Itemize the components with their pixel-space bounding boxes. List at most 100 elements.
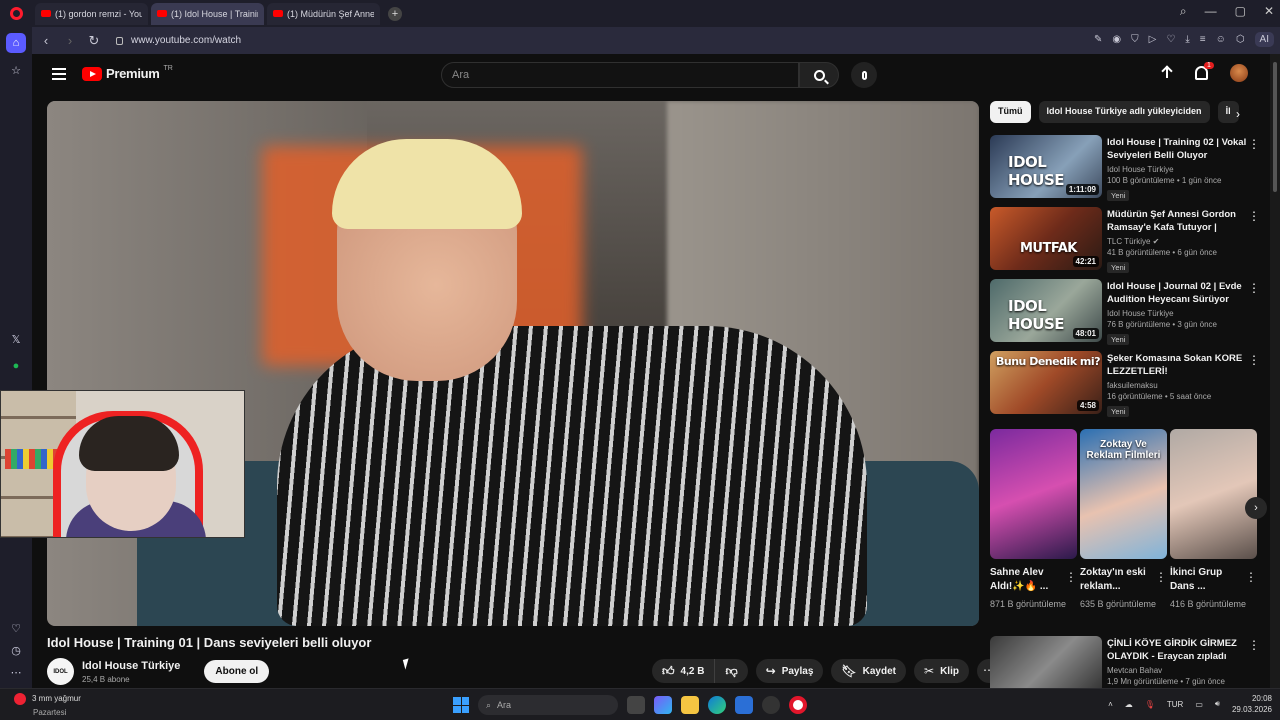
video-player[interactable] [47, 101, 979, 626]
kebab-menu-icon[interactable]: ⋮ [1155, 570, 1167, 584]
short-item[interactable]: Zoktay Ve Reklam Filmleri Zoktay'ın eski… [1080, 429, 1167, 611]
reload-icon[interactable]: ↻ [84, 33, 104, 49]
like-button[interactable]: 👍︎ 4,2 B [652, 659, 716, 683]
recommendation-title[interactable]: Şeker Komasına Sokan KORE LEZZETLERİ! [1107, 352, 1247, 378]
short-thumbnail[interactable] [990, 429, 1077, 559]
tab-idol-house[interactable]: (1) Idol House | Training 01 [151, 2, 264, 25]
edit-icon[interactable]: ✎ [1094, 34, 1102, 45]
video-thumbnail[interactable]: IDOL HOUSE 48:01 [990, 279, 1102, 342]
tab-gordon[interactable]: (1) gordon remzi - YouTube [35, 2, 148, 25]
recommendation-item[interactable]: Bunu Denedik mi? 4:58 Şeker Komasına Soka… [990, 351, 1260, 417]
clock[interactable]: 20:08 29.03.2026 [1232, 693, 1272, 715]
short-thumbnail[interactable] [1170, 429, 1257, 559]
copilot-icon[interactable] [654, 696, 672, 714]
search-button[interactable] [799, 62, 839, 88]
taskbar-search[interactable]: ⌕ Ara [478, 695, 618, 715]
language-indicator[interactable]: TUR [1167, 700, 1183, 709]
kebab-menu-icon[interactable]: ⋮ [1245, 570, 1257, 584]
task-view-icon[interactable] [627, 696, 645, 714]
ai-button[interactable]: AI [1254, 32, 1274, 47]
star-icon[interactable]: ☆ [6, 60, 26, 80]
forward-icon[interactable]: › [60, 33, 80, 48]
menu-icon[interactable]: ≡ [1200, 34, 1206, 45]
clip-button[interactable]: ✂ Klip [914, 659, 969, 683]
more-icon[interactable]: ⋯ [6, 662, 26, 682]
youtube-logo[interactable]: Premium TR [82, 65, 173, 81]
home-icon[interactable]: ⌂ [6, 33, 26, 53]
camera-icon[interactable]: ◉ [1112, 34, 1121, 45]
short-title[interactable]: Sahne Alev Aldı!✨🔥 ... [990, 566, 1064, 594]
video-thumbnail[interactable]: MUTFAK 42:21 [990, 207, 1102, 270]
kebab-menu-icon[interactable]: ⋮ [1248, 353, 1260, 367]
channel-avatar[interactable]: IDOL [47, 658, 74, 685]
short-title[interactable]: İkinci Grup Dans ... [1170, 566, 1244, 594]
kebab-menu-icon[interactable]: ⋮ [1248, 137, 1260, 151]
recommendation-item[interactable]: ÇİNLİ KÖYE GİRDİK GİRMEZ OLAYDIK - Erayc… [990, 636, 1260, 688]
download-icon[interactable]: ⤓ [1185, 34, 1189, 45]
x-twitter-icon[interactable]: 𝕏 [6, 329, 26, 349]
heart-icon[interactable]: ♡ [6, 618, 26, 638]
opera-icon[interactable] [789, 696, 807, 714]
recommendation-channel[interactable]: faksuilemaksu [1107, 381, 1247, 390]
chevron-up-icon[interactable]: ˄ [1108, 700, 1113, 709]
short-item[interactable]: İkinci Grup Dans ... 416 B görüntüleme ⋮ [1170, 429, 1257, 611]
recommendation-channel[interactable]: TLC Türkiye ✔ [1107, 237, 1247, 246]
hamburger-menu-icon[interactable] [52, 68, 66, 80]
upload-icon[interactable] [1161, 66, 1173, 80]
shorts-next-button[interactable]: › [1245, 497, 1267, 519]
voice-search-button[interactable] [851, 62, 877, 88]
microphone-icon[interactable]: 🎙︎ [1145, 700, 1155, 709]
play-icon[interactable]: ▷ [1149, 34, 1157, 45]
weather-widget[interactable]: 3 mm yağmur Pazartesi [14, 693, 81, 717]
notifications-bell-icon[interactable]: 1 [1195, 62, 1214, 80]
back-icon[interactable]: ‹ [36, 33, 56, 48]
search-input[interactable]: Ara [441, 62, 799, 88]
recommendation-item[interactable]: IDOL HOUSE 1:11:09 Idol House | Training … [990, 135, 1260, 201]
opera-menu-icon[interactable] [0, 0, 32, 27]
kebab-menu-icon[interactable]: ⋮ [1065, 570, 1077, 584]
chevron-right-icon[interactable]: › [1236, 107, 1240, 121]
kebab-menu-icon[interactable]: ⋮ [1248, 638, 1260, 652]
profile-icon[interactable]: ☺ [1216, 34, 1226, 45]
recommendation-channel[interactable]: Idol House Türkiye [1107, 309, 1247, 318]
url-field[interactable]: www.youtube.com/watch [116, 35, 241, 46]
recommendation-item[interactable]: MUTFAK 42:21 Müdürün Şef Annesi Gordon Ra… [990, 207, 1260, 273]
store-icon[interactable] [735, 696, 753, 714]
recommendation-title[interactable]: Müdürün Şef Annesi Gordon Ramsay'e Kafa … [1107, 208, 1247, 234]
history-icon[interactable]: ◷ [6, 640, 26, 660]
kebab-menu-icon[interactable]: ⋮ [1248, 281, 1260, 295]
scrollbar-thumb[interactable] [1273, 62, 1277, 192]
recommendation-title[interactable]: Idol House | Journal 02 | Evde Audition … [1107, 280, 1247, 306]
recommendation-title[interactable]: ÇİNLİ KÖYE GİRDİK GİRMEZ OLAYDIK - Erayc… [1107, 637, 1247, 663]
new-tab-button[interactable]: + [388, 6, 402, 21]
kebab-menu-icon[interactable]: ⋮ [1248, 209, 1260, 223]
maximize-icon[interactable]: ▢ [1235, 4, 1246, 19]
subscribe-button[interactable]: Abone ol [204, 660, 270, 683]
account-avatar[interactable] [1230, 64, 1248, 82]
cloud-icon[interactable]: ☁ [1125, 700, 1133, 709]
recommendation-item[interactable]: IDOL HOUSE 48:01 Idol House | Journal 02 … [990, 279, 1260, 345]
shield-icon[interactable]: ⛉ [1131, 34, 1139, 45]
extensions-icon[interactable]: ⬡ [1236, 34, 1245, 45]
network-icon[interactable]: ▭ [1195, 700, 1203, 709]
minimize-icon[interactable]: — [1205, 4, 1217, 19]
video-thumbnail[interactable]: IDOL HOUSE 1:11:09 [990, 135, 1102, 198]
short-title[interactable]: Zoktay'ın eski reklam... [1080, 566, 1154, 594]
short-thumbnail[interactable]: Zoktay Ve Reklam Filmleri [1080, 429, 1167, 559]
search-tabs-icon[interactable]: ⌕ [1180, 4, 1187, 19]
save-button[interactable]: 🔖︎ Kaydet [831, 659, 906, 683]
file-explorer-icon[interactable] [681, 696, 699, 714]
chip-all[interactable]: Tümü [990, 101, 1031, 123]
channel-name[interactable]: Idol House Türkiye [82, 660, 180, 672]
short-item[interactable]: Sahne Alev Aldı!✨🔥 ... 871 B görüntüleme… [990, 429, 1077, 611]
close-icon[interactable]: ✕ [1264, 4, 1274, 19]
recommendation-title[interactable]: Idol House | Training 02 | Vokal Seviyel… [1107, 136, 1247, 162]
heart-icon[interactable]: ♡ [1166, 34, 1175, 45]
recommendation-channel[interactable]: Idol House Türkiye [1107, 165, 1247, 174]
spotify-icon[interactable]: ● [6, 356, 26, 376]
tab-mudurun[interactable]: (1) Müdürün Şef Annesi Go [267, 2, 380, 25]
edge-icon[interactable] [708, 696, 726, 714]
video-thumbnail[interactable]: Bunu Denedik mi? 4:58 [990, 351, 1102, 414]
dislike-button[interactable]: 👎︎ [715, 659, 748, 683]
share-button[interactable]: ↪ Paylaş [755, 659, 824, 683]
